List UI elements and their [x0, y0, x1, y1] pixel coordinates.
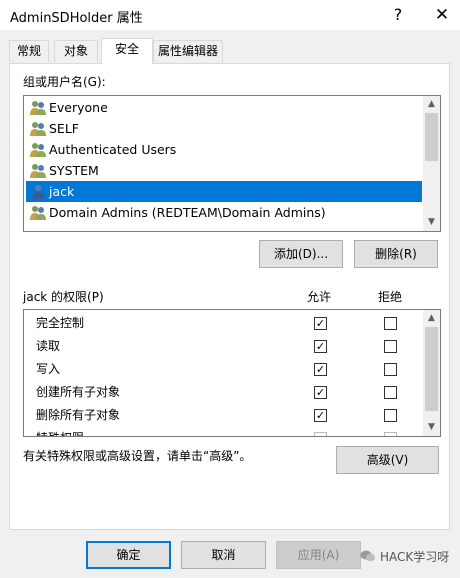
- ok-button[interactable]: 确定: [86, 541, 171, 569]
- permission-name: 删除所有子对象: [36, 408, 121, 422]
- deny-checkbox[interactable]: [384, 432, 397, 436]
- permissions-scrollbar[interactable]: ▲ ▼: [423, 310, 440, 436]
- allow-checkbox[interactable]: [314, 432, 327, 436]
- tab-attribute-editor[interactable]: 属性编辑器: [153, 40, 223, 62]
- permission-name: 读取: [36, 339, 61, 353]
- permissions-list: 完全控制 ✓ 读取 ✓ 写入 ✓ 创建所有子对象 ✓ 删除所有子对象 ✓ 特殊权…: [23, 309, 441, 437]
- user-name: Authenticated Users: [49, 142, 177, 157]
- allow-checkbox[interactable]: ✓: [314, 363, 327, 376]
- advanced-button[interactable]: 高级(V): [336, 446, 439, 474]
- apply-button[interactable]: 应用(A): [276, 541, 361, 569]
- deny-header: 拒绝: [378, 290, 403, 304]
- tab-security[interactable]: 安全: [101, 38, 153, 64]
- list-item[interactable]: Everyone: [26, 97, 422, 118]
- scroll-down-arrow-icon[interactable]: ▼: [423, 419, 440, 436]
- group-icon: [30, 101, 46, 115]
- permission-name: 完全控制: [36, 316, 85, 330]
- group-icon: [30, 122, 46, 136]
- scroll-thumb[interactable]: [425, 327, 438, 411]
- watermark-text: HACK学习呀: [380, 550, 450, 564]
- list-item[interactable]: Authenticated Users: [26, 139, 422, 160]
- permission-name: 创建所有子对象: [36, 385, 121, 399]
- allow-header: 允许: [307, 290, 332, 304]
- help-button[interactable]: ?: [384, 2, 412, 28]
- user-icon: [32, 184, 44, 199]
- permission-row: 删除所有子对象 ✓: [24, 404, 424, 427]
- permission-row: 创建所有子对象 ✓: [24, 381, 424, 404]
- allow-checkbox[interactable]: ✓: [314, 340, 327, 353]
- scroll-down-arrow-icon[interactable]: ▼: [423, 214, 440, 231]
- tab-label: 属性编辑器: [157, 44, 218, 58]
- groups-label: 组或用户名(G):: [23, 75, 106, 89]
- users-listbox[interactable]: Everyone SELF Authenticated Users SYSTEM…: [23, 95, 441, 232]
- deny-checkbox[interactable]: [384, 340, 397, 353]
- users-scrollbar[interactable]: ▲ ▼: [423, 96, 440, 231]
- group-icon: [30, 164, 46, 178]
- permission-row: 完全控制 ✓: [24, 312, 424, 335]
- user-name: SYSTEM: [49, 163, 99, 178]
- group-icon: [30, 206, 46, 220]
- deny-checkbox[interactable]: [384, 386, 397, 399]
- allow-checkbox[interactable]: ✓: [314, 317, 327, 330]
- user-name: SELF: [49, 121, 79, 136]
- permission-row: 特殊权限: [24, 427, 424, 436]
- scroll-thumb[interactable]: [425, 113, 438, 161]
- tab-label: 安全: [114, 42, 139, 56]
- list-item[interactable]: SELF: [26, 118, 422, 139]
- user-name: Domain Admins (REDTEAM\Domain Admins): [49, 205, 326, 220]
- permission-name: 写入: [36, 362, 61, 376]
- cancel-button[interactable]: 取消: [181, 541, 266, 569]
- advanced-note: 有关特殊权限或高级设置，请单击“高级”。: [23, 449, 252, 463]
- allow-checkbox[interactable]: ✓: [314, 409, 327, 422]
- group-icon: [30, 143, 46, 157]
- user-name: Everyone: [49, 100, 108, 115]
- list-item[interactable]: Domain Admins (REDTEAM\Domain Admins): [26, 202, 422, 223]
- list-item-selected[interactable]: jack: [26, 181, 422, 202]
- tab-general[interactable]: 常规: [9, 40, 49, 62]
- close-button[interactable]: ✕: [428, 2, 456, 28]
- window-title: AdminSDHolder 属性: [10, 11, 143, 26]
- deny-checkbox[interactable]: [384, 363, 397, 376]
- tab-label: 对象: [63, 44, 88, 58]
- add-button[interactable]: 添加(D)...: [259, 240, 343, 268]
- permissions-label: jack 的权限(P): [23, 290, 104, 304]
- wechat-icon: [360, 550, 375, 562]
- allow-checkbox[interactable]: ✓: [314, 386, 327, 399]
- permission-name: 特殊权限: [36, 427, 84, 436]
- title-bar: AdminSDHolder 属性 ? ✕: [0, 0, 460, 30]
- tab-label: 常规: [16, 44, 41, 58]
- user-name: jack: [49, 184, 75, 199]
- permission-row: 读取 ✓: [24, 335, 424, 358]
- list-item[interactable]: SYSTEM: [26, 160, 422, 181]
- deny-checkbox[interactable]: [384, 317, 397, 330]
- permission-row: 写入 ✓: [24, 358, 424, 381]
- tab-object[interactable]: 对象: [54, 40, 98, 62]
- remove-button[interactable]: 删除(R): [354, 240, 438, 268]
- deny-checkbox[interactable]: [384, 409, 397, 422]
- scroll-up-arrow-icon[interactable]: ▲: [423, 310, 440, 327]
- scroll-up-arrow-icon[interactable]: ▲: [423, 96, 440, 113]
